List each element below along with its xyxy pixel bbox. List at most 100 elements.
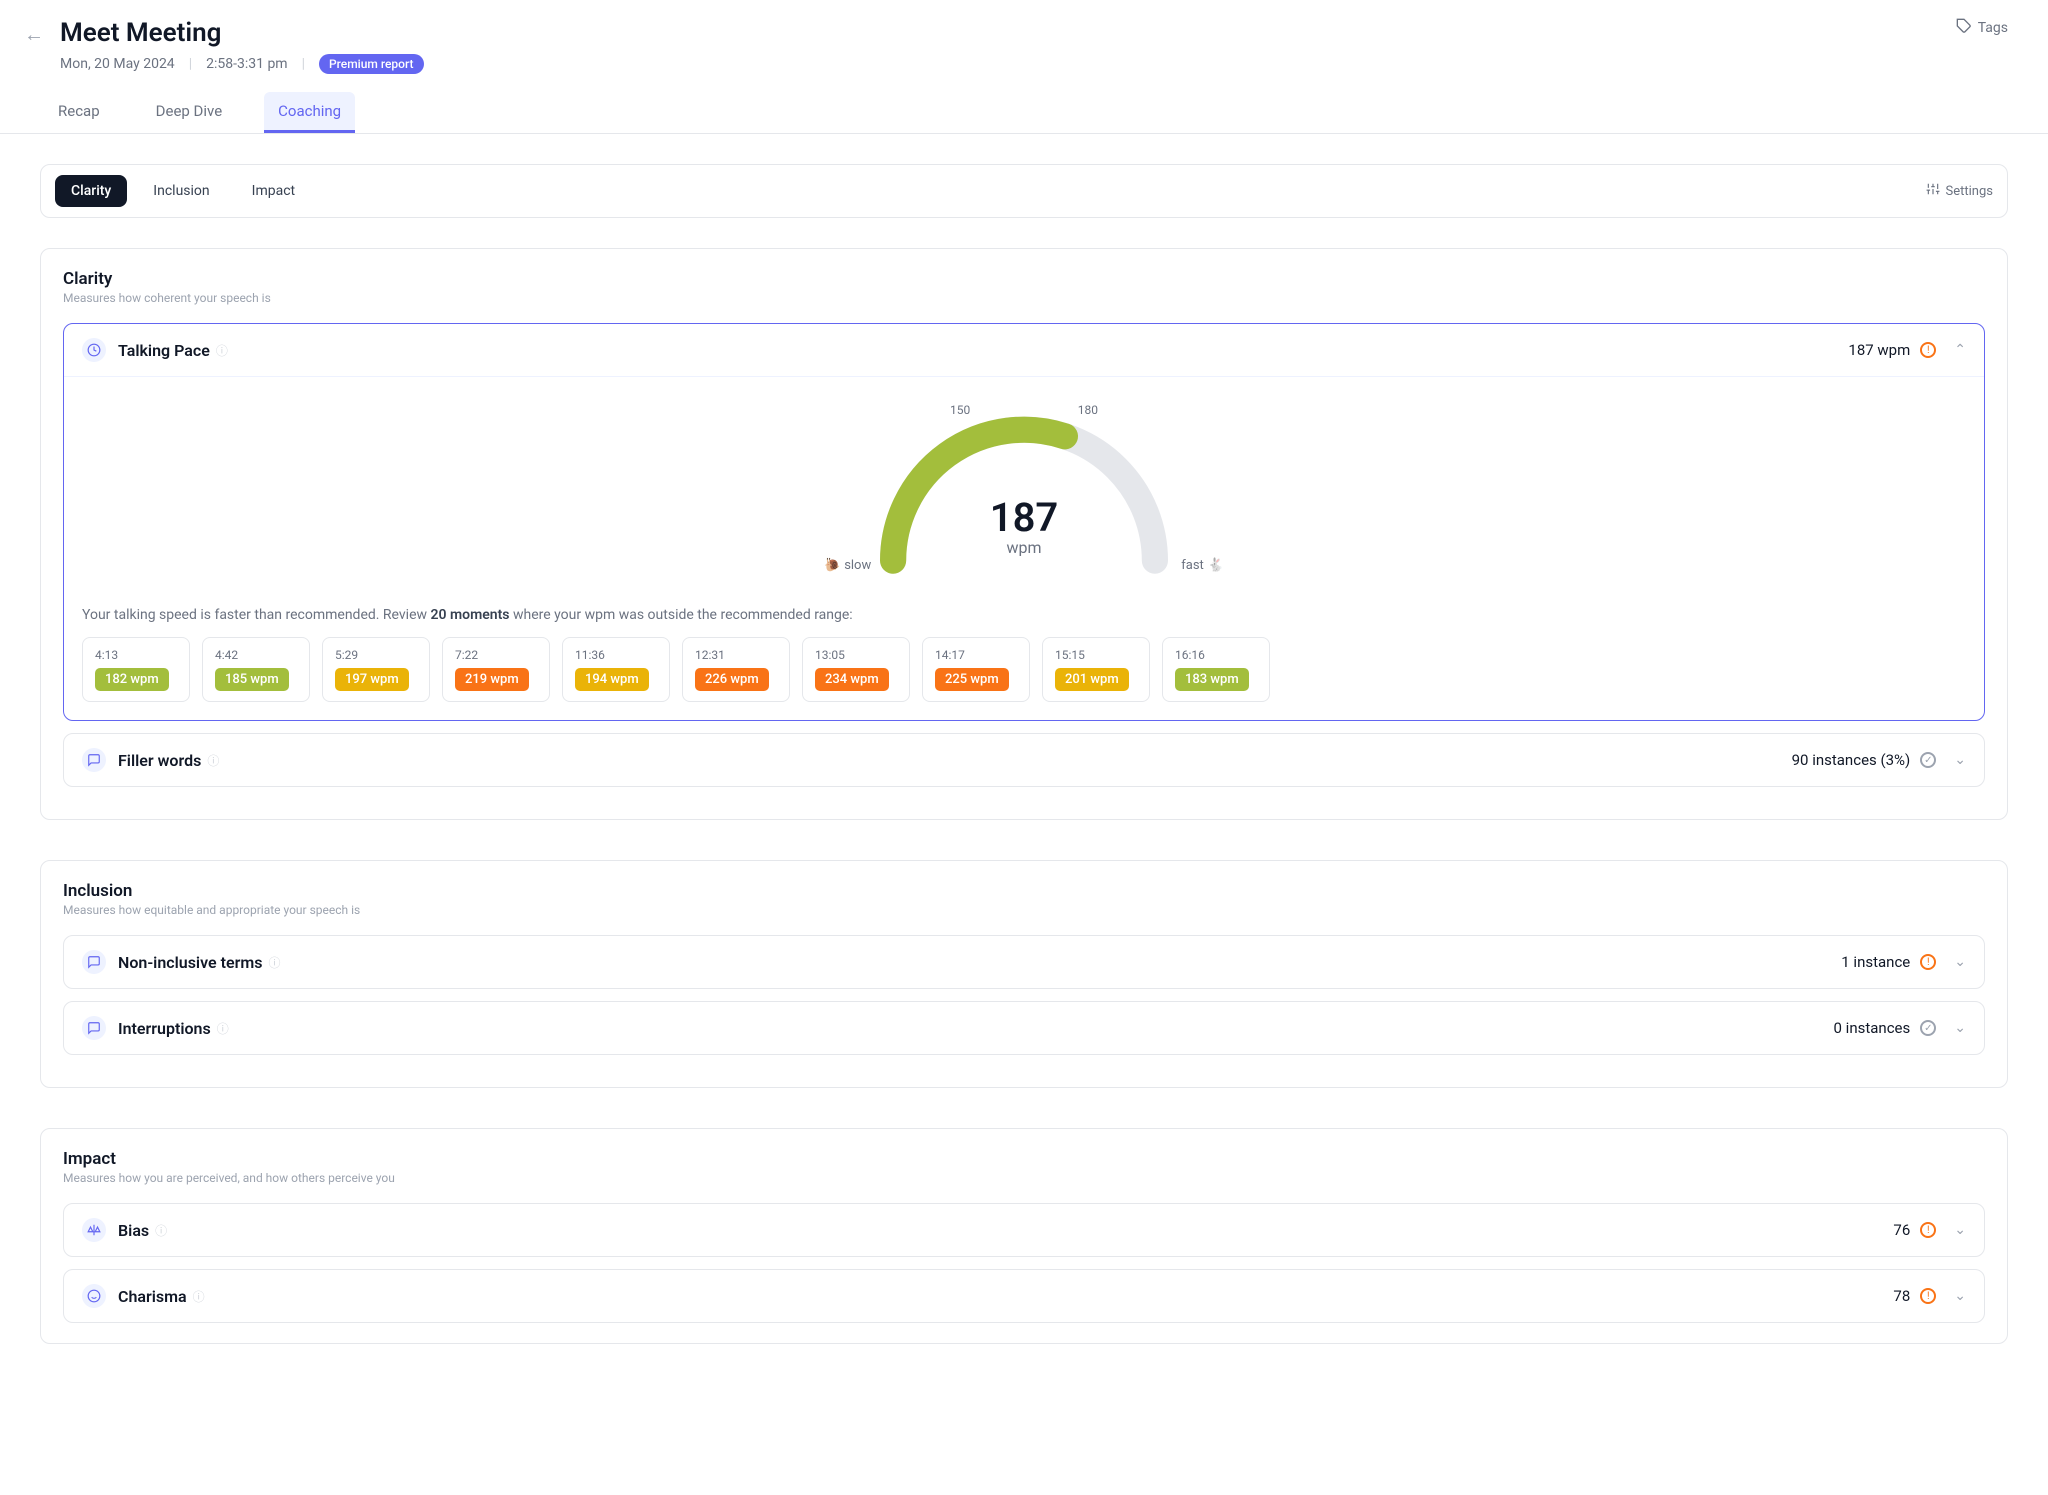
- status-warning-icon: !: [1920, 1222, 1936, 1238]
- moment-time: 4:42: [215, 648, 297, 662]
- moment-card[interactable]: 13:05 234 wpm: [802, 637, 910, 702]
- moment-wpm-badge: 185 wpm: [215, 668, 289, 691]
- moment-time: 13:05: [815, 648, 897, 662]
- clarity-subtitle: Measures how coherent your speech is: [63, 291, 1985, 305]
- tag-icon: [1956, 18, 1972, 38]
- metric-charisma: Charisma ⓘ 78 ! ⌄: [63, 1269, 1985, 1323]
- divider: |: [189, 56, 192, 72]
- main-tabs: Recap Deep Dive Coaching: [0, 74, 2048, 134]
- moment-wpm-badge: 226 wpm: [695, 668, 769, 691]
- speech-icon: [82, 748, 106, 772]
- moment-wpm-badge: 201 wpm: [1055, 668, 1129, 691]
- moment-wpm-badge: 219 wpm: [455, 668, 529, 691]
- divider: |: [302, 56, 305, 72]
- review-text: Your talking speed is faster than recomm…: [82, 607, 1966, 623]
- status-warning-icon: !: [1920, 342, 1936, 358]
- moment-time: 16:16: [1175, 648, 1257, 662]
- chevron-down-icon: ⌄: [1954, 752, 1966, 768]
- shield-icon: [82, 950, 106, 974]
- back-arrow-icon[interactable]: ←: [24, 18, 44, 47]
- moment-card[interactable]: 5:29197 wpm: [322, 637, 430, 702]
- chevron-up-icon: ⌃: [1954, 342, 1966, 358]
- metric-header-interruptions[interactable]: Interruptions ⓘ 0 instances ✓ ⌄: [64, 1002, 1984, 1054]
- gauge-fast-label: fast 🐇: [1181, 558, 1224, 573]
- metric-header-bias[interactable]: Bias ⓘ 76 ! ⌄: [64, 1204, 1984, 1256]
- pill-impact[interactable]: Impact: [236, 175, 311, 207]
- metric-non-inclusive: Non-inclusive terms ⓘ 1 instance ! ⌄: [63, 935, 1985, 989]
- moment-card[interactable]: 11:36194 wpm: [562, 637, 670, 702]
- moment-time: 12:31: [695, 648, 777, 662]
- info-icon[interactable]: ⓘ: [268, 954, 280, 971]
- moment-time: 5:29: [335, 648, 417, 662]
- clarity-title: Clarity: [63, 269, 1985, 289]
- info-icon[interactable]: ⓘ: [155, 1222, 167, 1239]
- smile-icon: [82, 1284, 106, 1308]
- moment-wpm-badge: 183 wpm: [1175, 668, 1249, 691]
- moment-wpm-badge: 234 wpm: [815, 668, 889, 691]
- premium-badge: Premium report: [319, 54, 423, 74]
- moment-card[interactable]: 4:42 185 wpm: [202, 637, 310, 702]
- tab-coaching[interactable]: Coaching: [264, 92, 355, 133]
- moment-card[interactable]: 14:17 225 wpm: [922, 637, 1030, 702]
- metric-filler-words: Filler words ⓘ 90 instances (3%) ✓ ⌄: [63, 733, 1985, 787]
- status-warning-icon: !: [1920, 1288, 1936, 1304]
- info-icon[interactable]: ⓘ: [193, 1288, 205, 1305]
- metric-header-talking-pace[interactable]: Talking Pace ⓘ 187 wpm ! ⌃: [64, 324, 1984, 376]
- info-icon[interactable]: ⓘ: [207, 752, 219, 769]
- page-header: ← Meet Meeting Mon, 20 May 2024 | 2:58-3…: [0, 0, 2048, 74]
- moment-time: 11:36: [575, 648, 657, 662]
- moment-time: 14:17: [935, 648, 1017, 662]
- moment-wpm-badge: 225 wpm: [935, 668, 1009, 691]
- settings-button[interactable]: Settings: [1926, 182, 1993, 200]
- chevron-down-icon: ⌄: [1954, 954, 1966, 970]
- tags-button[interactable]: Tags: [1956, 18, 2008, 38]
- impact-subtitle: Measures how you are perceived, and how …: [63, 1171, 1985, 1185]
- inclusion-subtitle: Measures how equitable and appropriate y…: [63, 903, 1985, 917]
- metric-header-charisma[interactable]: Charisma ⓘ 78 ! ⌄: [64, 1270, 1984, 1322]
- tags-label: Tags: [1978, 20, 2008, 36]
- meeting-date: Mon, 20 May 2024: [60, 56, 175, 72]
- chevron-down-icon: ⌄: [1954, 1020, 1966, 1036]
- status-ok-icon: ✓: [1920, 1020, 1936, 1036]
- metric-bias: Bias ⓘ 76 ! ⌄: [63, 1203, 1985, 1257]
- moment-time: 7:22: [455, 648, 537, 662]
- moment-card[interactable]: 15:15 201 wpm: [1042, 637, 1150, 702]
- moment-card[interactable]: 7:22 219 wpm: [442, 637, 550, 702]
- info-icon[interactable]: ⓘ: [217, 1020, 229, 1037]
- tab-recap[interactable]: Recap: [44, 92, 114, 133]
- gauge-tick-low: 150: [950, 403, 970, 417]
- non-inclusive-value: 1 instance: [1841, 953, 1910, 971]
- metric-header-filler-words[interactable]: Filler words ⓘ 90 instances (3%) ✓ ⌄: [64, 734, 1984, 786]
- gauge-slow-label: 🐌 slow: [824, 558, 871, 573]
- section-inclusion: Inclusion Measures how equitable and app…: [40, 860, 2008, 1088]
- moments-row[interactable]: 4:13182 wpm 4:42 185 wpm 5:29197 wpm 7:22 219…: [82, 637, 1966, 702]
- filler-words-name: Filler words: [118, 751, 201, 770]
- interruptions-name: Interruptions: [118, 1019, 211, 1038]
- moment-card[interactable]: 4:13182 wpm: [82, 637, 190, 702]
- charisma-value: 78: [1893, 1287, 1910, 1305]
- metric-interruptions: Interruptions ⓘ 0 instances ✓ ⌄: [63, 1001, 1985, 1055]
- bias-name: Bias: [118, 1221, 149, 1240]
- impact-title: Impact: [63, 1149, 1985, 1169]
- gauge-value: 187: [990, 498, 1059, 538]
- page-title: Meet Meeting: [60, 18, 424, 48]
- chevron-down-icon: ⌄: [1954, 1288, 1966, 1304]
- moment-card[interactable]: 16:16 183 wpm: [1162, 637, 1270, 702]
- tab-deep-dive[interactable]: Deep Dive: [142, 92, 237, 133]
- filler-words-value: 90 instances (3%): [1792, 751, 1911, 769]
- status-ok-icon: ✓: [1920, 752, 1936, 768]
- pill-inclusion[interactable]: Inclusion: [137, 175, 225, 207]
- metric-header-non-inclusive[interactable]: Non-inclusive terms ⓘ 1 instance ! ⌄: [64, 936, 1984, 988]
- info-icon[interactable]: ⓘ: [216, 342, 228, 359]
- bias-value: 76: [1893, 1221, 1910, 1239]
- gauge-tick-high: 180: [1078, 403, 1098, 417]
- moment-time: 15:15: [1055, 648, 1137, 662]
- chevron-down-icon: ⌄: [1954, 1222, 1966, 1238]
- moment-card[interactable]: 12:31 226 wpm: [682, 637, 790, 702]
- pill-clarity[interactable]: Clarity: [55, 175, 127, 207]
- pill-bar: Clarity Inclusion Impact Settings: [40, 164, 2008, 218]
- metric-talking-pace: Talking Pace ⓘ 187 wpm ! ⌃ 150 180: [63, 323, 1985, 721]
- section-impact: Impact Measures how you are perceived, a…: [40, 1128, 2008, 1344]
- non-inclusive-name: Non-inclusive terms: [118, 953, 262, 972]
- gauge-chart: 150 180 187 wpm 🐌 slow fast 🐇: [834, 397, 1214, 577]
